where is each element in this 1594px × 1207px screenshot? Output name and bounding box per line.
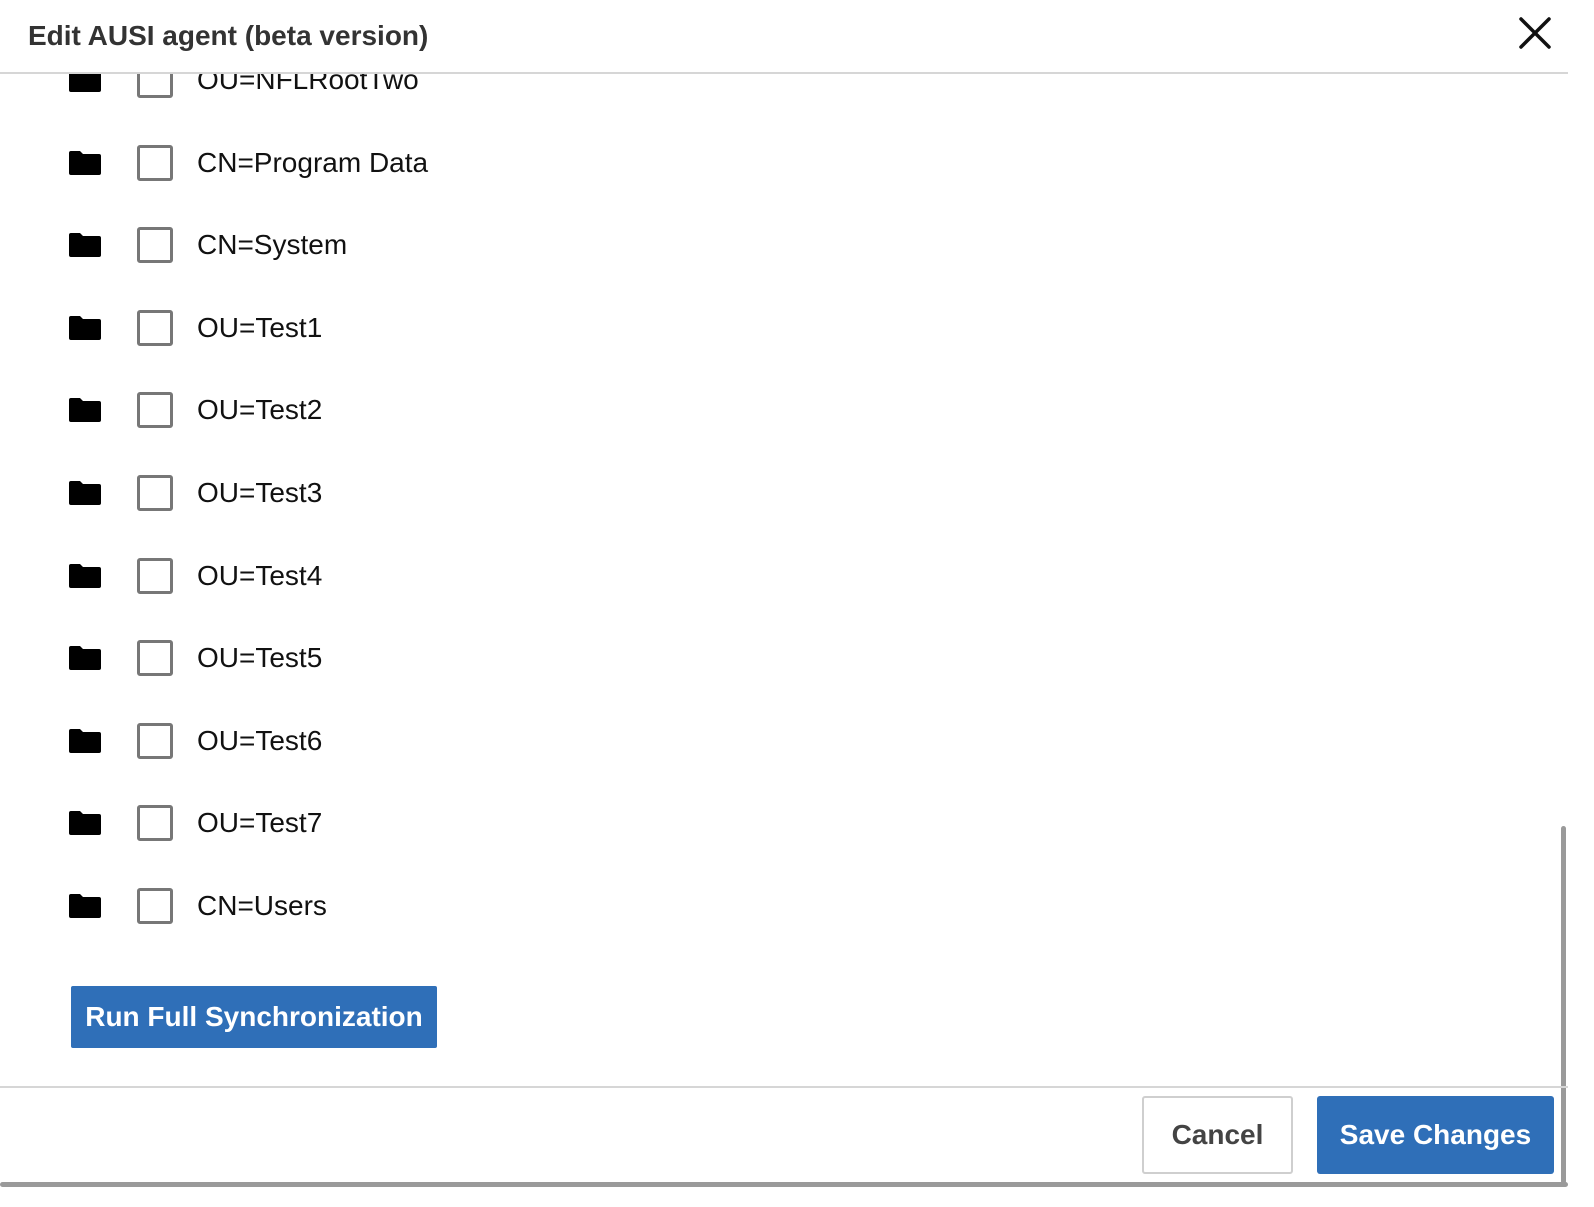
folder-icon: [69, 481, 101, 505]
tree-row-label: OU=Test2: [197, 394, 323, 426]
tree-row[interactable]: CN=System: [0, 215, 1500, 275]
folder-icon: [69, 894, 101, 918]
folder-icon: [69, 398, 101, 423]
folder-icon: [69, 811, 101, 836]
tree-row[interactable]: OU=Test5: [0, 628, 1500, 688]
tree-row-label: CN=Program Data: [197, 146, 429, 178]
folder-icon: [69, 150, 101, 175]
tree-row[interactable]: OU=Test2: [0, 380, 1500, 440]
tree-row-checkbox[interactable]: [137, 144, 173, 181]
tree-row-checkbox[interactable]: [137, 227, 173, 264]
tree-row-checkbox[interactable]: [137, 888, 173, 924]
tree-row-checkbox[interactable]: [137, 309, 173, 346]
dialog-header: Edit AUSI agent (beta version): [0, 0, 1568, 74]
dialog-footer: Cancel Save Changes: [0, 1086, 1568, 1182]
edit-agent-dialog: Edit AUSI agent (beta version) OU=NFLRoo…: [0, 0, 1594, 1207]
tree-row[interactable]: OU=Test4: [0, 546, 1500, 606]
tree-row-checkbox[interactable]: [137, 392, 173, 429]
tree-row[interactable]: CN=Users: [0, 876, 1500, 936]
tree-row-checkbox[interactable]: [137, 74, 173, 98]
tree-row[interactable]: OU=Test3: [0, 463, 1500, 523]
close-button[interactable]: [1516, 14, 1554, 52]
tree-row[interactable]: OU=Test6: [0, 711, 1500, 771]
tree-row-checkbox[interactable]: [137, 640, 173, 677]
horizontal-scrollbar-thumb[interactable]: [0, 1182, 1568, 1187]
folder-icon: [69, 646, 101, 671]
dialog-body: OU=NFLRootTwo CN=Program Data CN=System OU=…: [0, 74, 1560, 1086]
close-icon: [1519, 17, 1551, 49]
tree-row-label: OU=Test7: [197, 807, 323, 839]
folder-icon: [69, 563, 101, 588]
folder-icon: [69, 315, 101, 340]
dialog-title: Edit AUSI agent (beta version): [28, 20, 429, 51]
tree-row-checkbox[interactable]: [137, 475, 173, 511]
save-changes-button[interactable]: Save Changes: [1317, 1096, 1554, 1174]
tree-row-checkbox[interactable]: [137, 722, 173, 759]
tree-row-label: OU=Test5: [197, 642, 323, 674]
tree-row-label: CN=Users: [197, 890, 327, 921]
tree-row[interactable]: OU=Test7: [0, 793, 1500, 853]
folder-icon: [69, 728, 101, 753]
tree-row-label: CN=System: [197, 229, 348, 261]
tree-row[interactable]: OU=NFLRootTwo: [0, 74, 1500, 110]
tree-row[interactable]: CN=Program Data: [0, 133, 1500, 193]
folder-icon: [69, 233, 101, 258]
tree-row-checkbox[interactable]: [137, 805, 173, 842]
run-full-sync-button[interactable]: Run Full Synchronization: [71, 986, 437, 1048]
cancel-button[interactable]: Cancel: [1142, 1096, 1293, 1174]
tree-row-checkbox[interactable]: [137, 557, 173, 594]
tree-row[interactable]: OU=Test1: [0, 298, 1500, 358]
tree-row-label: OU=Test6: [197, 724, 323, 756]
tree-row-label: OU=Test3: [197, 477, 323, 508]
folder-icon: [69, 74, 101, 92]
tree-row-label: OU=Test1: [197, 311, 323, 343]
tree-row-label: OU=Test4: [197, 559, 323, 591]
tree-row-label: OU=NFLRootTwo: [197, 74, 419, 95]
